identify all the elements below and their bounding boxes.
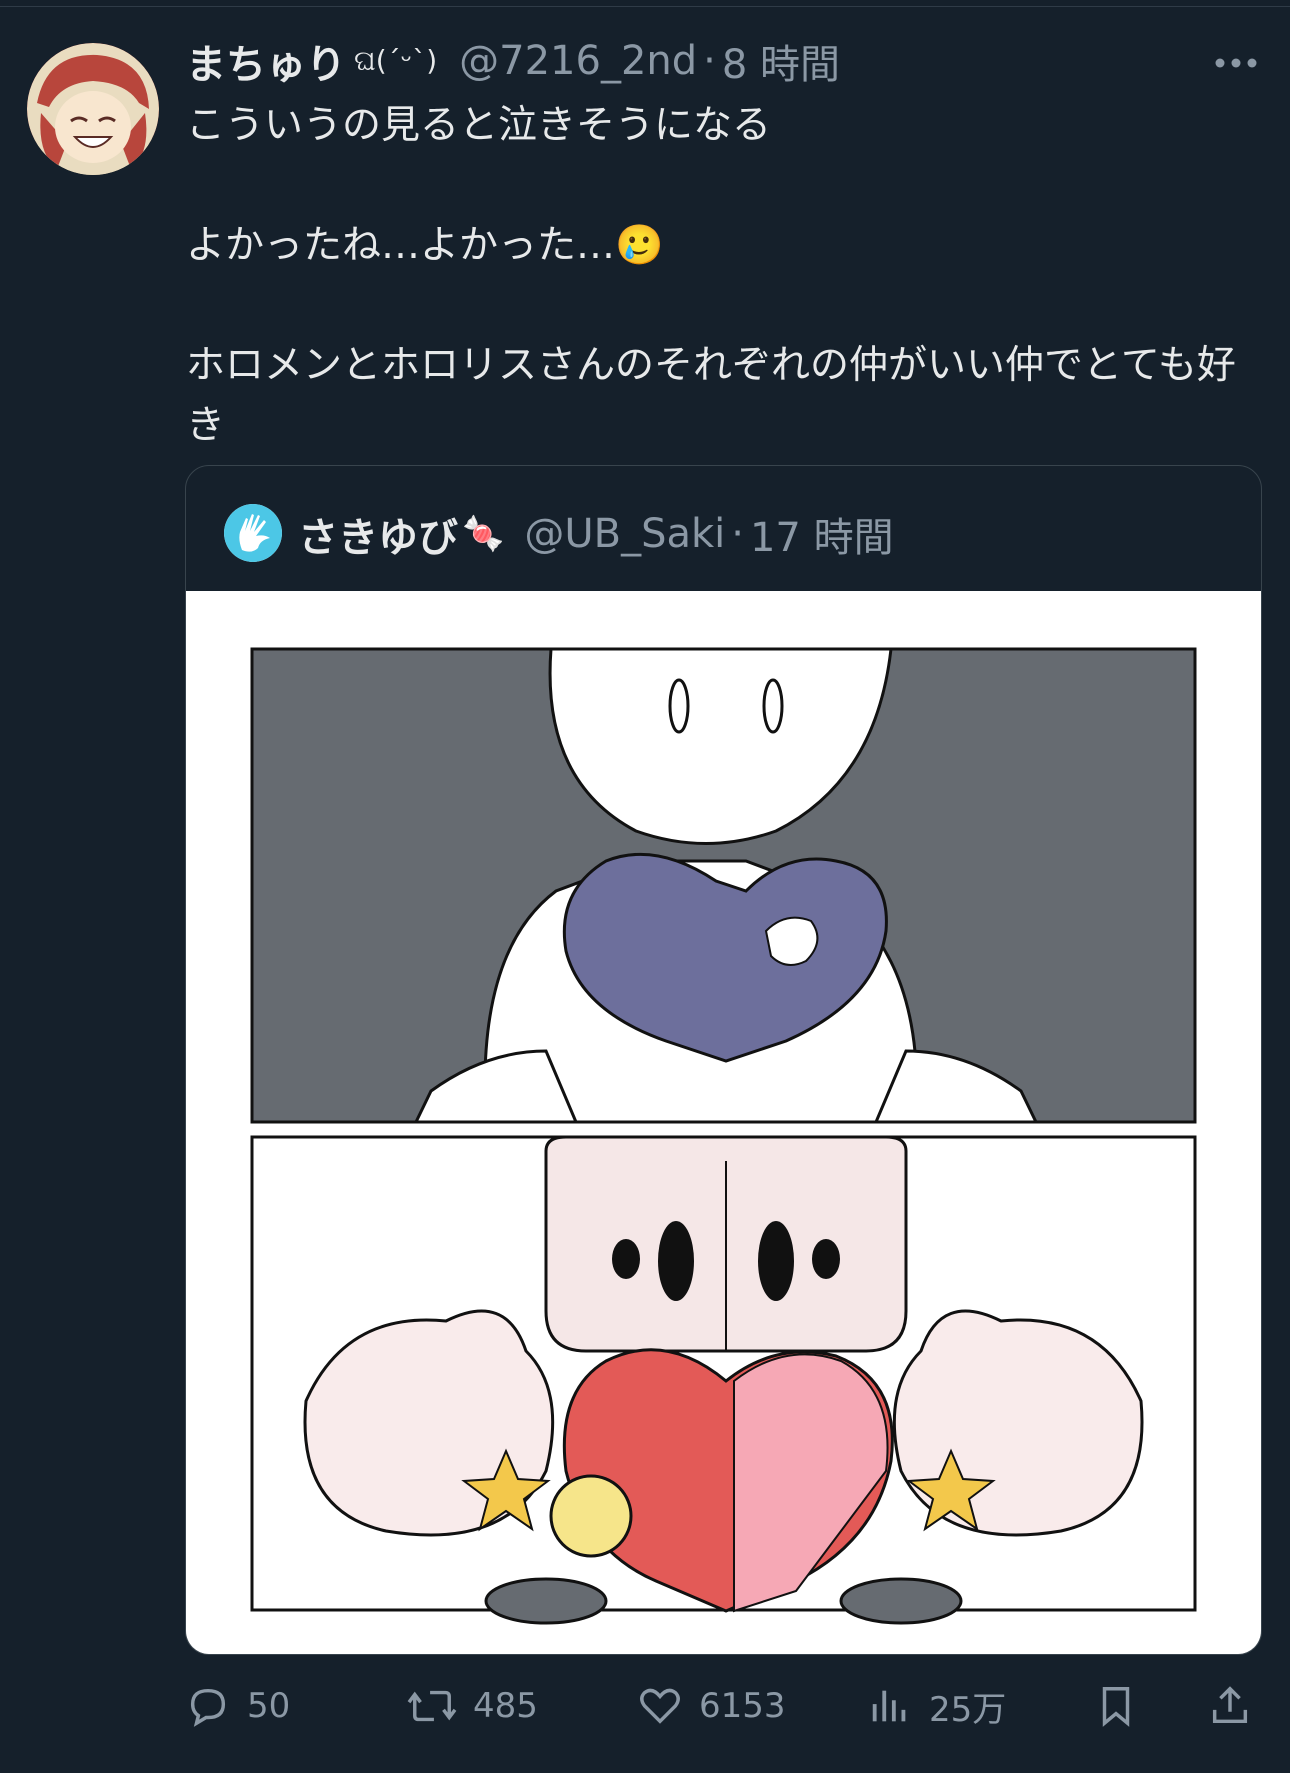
comic-illustration (250, 647, 1197, 1625)
meta-separator: · (703, 38, 716, 84)
share-button[interactable] (1207, 1676, 1269, 1736)
quote-avatar[interactable] (224, 504, 282, 562)
hand-icon (224, 504, 282, 562)
more-icon[interactable] (1214, 50, 1258, 76)
share-icon (1212, 1686, 1248, 1724)
comic-panel-top (250, 647, 1197, 1124)
quote-time[interactable]: 17 時間 (750, 505, 894, 563)
top-divider (0, 6, 1290, 7)
reply-button[interactable]: 50 (185, 1676, 290, 1736)
views-button[interactable]: 25万 (867, 1676, 1006, 1736)
retweet-icon (407, 1690, 457, 1722)
avatar[interactable] (27, 43, 159, 175)
quote-handle[interactable]: @UB_Saki (524, 511, 725, 557)
retweet-button[interactable]: 485 (407, 1676, 538, 1736)
bookmark-button[interactable] (1093, 1676, 1155, 1736)
author-name-emoji: ଘ(ˊᵕˋ) (354, 44, 438, 77)
avatar-image (27, 43, 159, 175)
views-icon (872, 1690, 906, 1722)
author-name[interactable]: まちゅり (186, 32, 346, 90)
reply-count: 50 (247, 1686, 291, 1726)
tweet-actions: 50 485 6153 25万 (185, 1676, 1260, 1736)
reply-icon (190, 1688, 226, 1727)
retweet-count: 485 (473, 1686, 538, 1726)
bookmark-icon (1102, 1687, 1130, 1727)
like-button[interactable]: 6153 (637, 1676, 786, 1736)
tweet-time[interactable]: 8 時間 (722, 32, 840, 90)
quoted-tweet[interactable]: さきゆび 🍬 @UB_Saki · 17 時間 (185, 465, 1262, 1655)
author-handle[interactable]: @7216_2nd (459, 38, 697, 84)
quote-author-name[interactable]: さきゆび (298, 505, 458, 563)
quote-name-emoji: 🍬 (462, 514, 505, 554)
tweet-header: まちゅり ଘ(ˊᵕˋ) @7216_2nd · 8 時間 (186, 36, 840, 88)
quote-image[interactable] (186, 591, 1261, 1654)
quote-separator: · (731, 511, 744, 557)
comic-panel-bottom (250, 1135, 1197, 1625)
views-count: 25万 (929, 1689, 1007, 1730)
like-count: 6153 (699, 1686, 786, 1726)
like-icon (640, 1688, 680, 1724)
quote-header: さきゆび 🍬 @UB_Saki · 17 時間 (298, 504, 894, 564)
tweet-text: こういうの見ると泣きそうになる よかったね…よかった…🥲 ホロメンとホロリスさん… (186, 103, 1236, 448)
